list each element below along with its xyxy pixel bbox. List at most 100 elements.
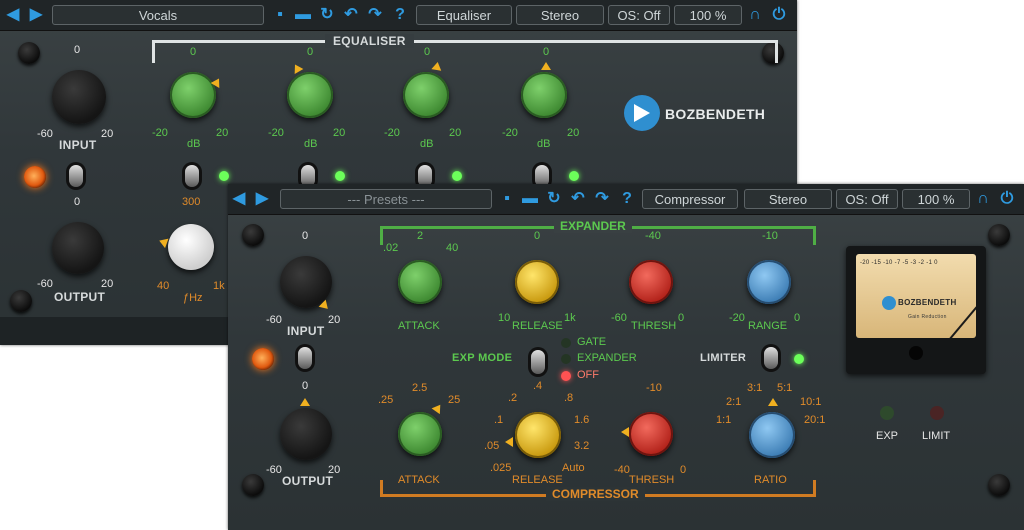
eq-band-gain-knob[interactable] — [170, 72, 216, 118]
comp-ratio-knob[interactable] — [749, 412, 795, 458]
exp-mode-switch[interactable] — [531, 350, 545, 374]
output-knob[interactable] — [280, 408, 332, 460]
exp-release-left-label: 10 — [498, 312, 511, 324]
exp-attack-knob[interactable] — [398, 260, 442, 304]
eq-band-led — [569, 171, 579, 181]
knob-pointer — [541, 62, 551, 70]
eq-band-max-label: 20 — [567, 127, 580, 139]
eq-band-unit-label: dB — [187, 138, 201, 150]
eq-band-min-label: -20 — [502, 127, 518, 139]
exp-release-knob[interactable] — [515, 260, 559, 304]
expander-led — [561, 354, 571, 364]
eq-band-min-label: -20 — [152, 127, 168, 139]
screw — [988, 224, 1010, 246]
help-icon[interactable]: ? — [618, 188, 636, 210]
power-icon[interactable]: ⏻ — [998, 188, 1016, 210]
eq-band-unit-label: dB — [537, 138, 551, 150]
limiter-toggle[interactable] — [764, 347, 778, 369]
exp-range-knob[interactable] — [747, 260, 791, 304]
redo-icon[interactable]: ↷ — [593, 188, 611, 210]
channel-selector[interactable]: Stereo — [744, 189, 832, 209]
mode-selector[interactable]: Equaliser — [416, 5, 512, 25]
folder-icon[interactable]: ▬ — [294, 4, 312, 26]
comp-thresh-knob[interactable] — [629, 412, 673, 456]
comp-ratio-r6: 20:1 — [804, 414, 826, 426]
output-knob[interactable] — [52, 222, 104, 274]
eq-band-toggle[interactable] — [185, 165, 199, 187]
exp-range-label: RANGE — [748, 320, 788, 332]
exp-thresh-knob[interactable] — [629, 260, 673, 304]
save-icon[interactable]: ▪ — [271, 4, 289, 26]
output-max-label: 20 — [101, 278, 114, 290]
preset-selector[interactable]: --- Presets --- — [280, 189, 492, 209]
comp-ratio-r5: 1:1 — [716, 414, 732, 426]
comp-release-knob[interactable] — [515, 412, 561, 458]
help-icon[interactable]: ? — [391, 4, 409, 26]
meter-subtitle: Gain Reduction — [908, 314, 947, 320]
eq-band-center-label: 0 — [190, 46, 197, 58]
mode-selector[interactable]: Compressor — [642, 189, 738, 209]
folder-icon[interactable]: ▬ — [521, 188, 539, 210]
comp-release-v2: .4 — [533, 380, 543, 392]
comp-attack-right-label: 25 — [448, 394, 461, 406]
undo-icon[interactable]: ↶ — [342, 4, 360, 26]
headphones-icon[interactable]: ∩ — [746, 4, 764, 26]
bypass-toggle[interactable] — [69, 165, 83, 187]
comp-release-v7: 3.2 — [574, 440, 590, 452]
zoom-button[interactable]: 100 % — [902, 189, 970, 209]
off-option-label[interactable]: OFF — [577, 369, 599, 381]
reset-icon[interactable]: ↻ — [318, 4, 336, 26]
input-knob[interactable] — [52, 70, 106, 124]
next-preset-icon[interactable]: ▶ — [253, 188, 271, 210]
gate-led — [561, 338, 571, 348]
bypass-toggle[interactable] — [298, 347, 312, 369]
gate-option-label[interactable]: GATE — [577, 336, 606, 348]
next-preset-icon[interactable]: ▶ — [27, 4, 45, 26]
output-min-label: -60 — [37, 278, 53, 290]
screw — [988, 474, 1010, 496]
output-label: OUTPUT — [282, 474, 334, 488]
oversampling-button[interactable]: OS: Off — [608, 5, 670, 25]
exp-attack-left-label: .02 — [383, 242, 399, 254]
limit-indicator-label: LIMIT — [922, 430, 951, 442]
eq-band-led — [335, 171, 345, 181]
eq-band-center-label: 0 — [424, 46, 431, 58]
comp-attack-label: ATTACK — [398, 474, 440, 486]
screw — [242, 474, 264, 496]
comp-ratio-r4: 10:1 — [800, 396, 822, 408]
undo-icon[interactable]: ↶ — [569, 188, 587, 210]
comp-ratio-r2: 5:1 — [777, 382, 793, 394]
comp-attack-knob[interactable] — [398, 412, 442, 456]
eq-band-center-label: 0 — [543, 46, 550, 58]
eq-band-led — [219, 171, 229, 181]
eq-band-center-label: 0 — [307, 46, 314, 58]
eq-band-unit-label: dB — [420, 138, 434, 150]
input-center-label: 0 — [302, 230, 309, 242]
expander-option-label[interactable]: EXPANDER — [577, 352, 637, 364]
channel-selector[interactable]: Stereo — [516, 5, 604, 25]
power-icon[interactable]: ⏻ — [770, 4, 788, 26]
output-center-label: 0 — [302, 380, 309, 392]
preset-selector[interactable]: Vocals — [52, 5, 264, 25]
eq-band-gain-knob[interactable] — [287, 72, 333, 118]
prev-preset-icon[interactable]: ◀ — [4, 4, 22, 26]
brand-logo — [624, 95, 660, 131]
zoom-button[interactable]: 100 % — [674, 5, 742, 25]
exp-release-right-label: 1k — [564, 312, 576, 324]
freq-knob[interactable] — [168, 224, 214, 270]
reset-icon[interactable]: ↻ — [545, 188, 563, 210]
save-icon[interactable]: ▪ — [498, 188, 516, 210]
knob-pointer — [621, 427, 629, 437]
input-max-label: 20 — [101, 128, 114, 140]
power-lamp — [252, 348, 274, 370]
comp-attack-left-label: .25 — [378, 394, 394, 406]
prev-preset-icon[interactable]: ◀ — [230, 188, 248, 210]
meter-brand: BOZBENDETH — [898, 298, 957, 307]
compressor-toolbar: ◀ ▶ --- Presets --- ▪ ▬ ↻ ↶ ↷ ? Compress… — [228, 184, 1024, 215]
eq-band-gain-knob[interactable] — [521, 72, 567, 118]
knob-pointer — [431, 61, 443, 71]
headphones-icon[interactable]: ∩ — [974, 188, 992, 210]
oversampling-button[interactable]: OS: Off — [836, 189, 898, 209]
eq-band-gain-knob[interactable] — [403, 72, 449, 118]
redo-icon[interactable]: ↷ — [366, 4, 384, 26]
